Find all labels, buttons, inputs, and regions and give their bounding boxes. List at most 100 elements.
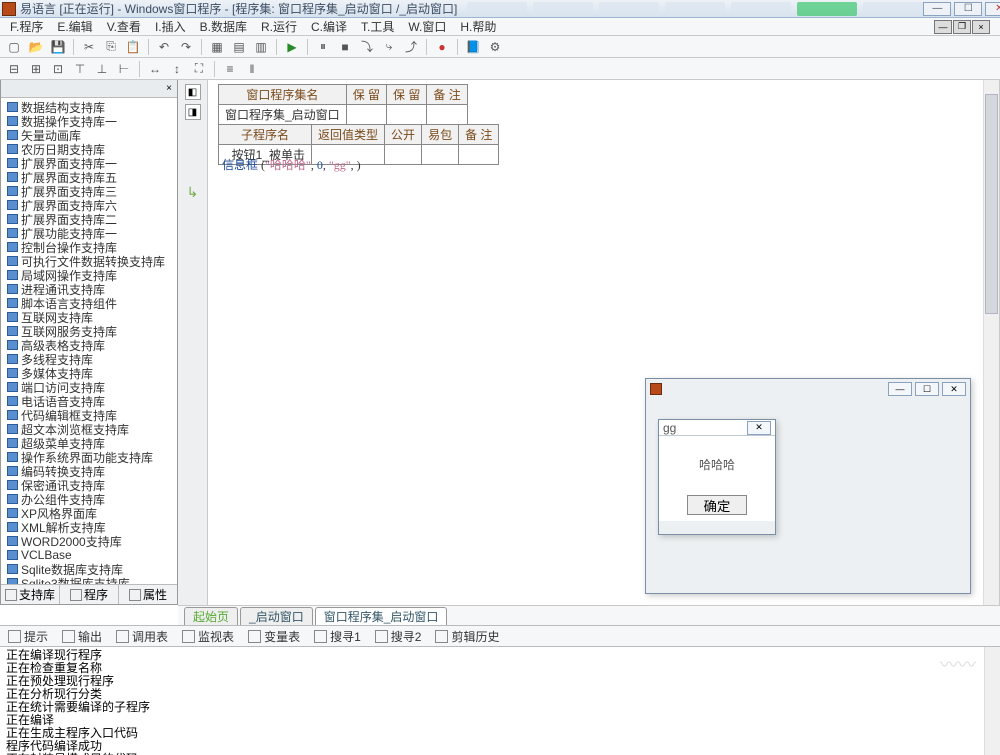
sidetab-support[interactable]: 支持库: [1, 585, 60, 604]
toolbar-main: ▢ 📂 💾 ✂ ⎘ 📋 ↶ ↷ ▦ ▤ ▥ ▶ ⏸ ■ ⤵ ⤷ ⤴ ● 📘 ⚙: [0, 36, 1000, 58]
open-icon[interactable]: 📂: [26, 38, 46, 56]
dialog-ok-button[interactable]: 确定: [687, 495, 747, 515]
runtime-close-button[interactable]: ✕: [942, 382, 966, 396]
samew-icon[interactable]: ↔: [145, 60, 165, 78]
menu-view[interactable]: V.查看: [107, 18, 141, 35]
library-icon: [7, 116, 18, 126]
run-icon[interactable]: ▶: [282, 38, 302, 56]
menu-insert[interactable]: I.插入: [155, 18, 186, 35]
code-editor[interactable]: 窗口程序集名保 留保 留备 注 窗口程序集_启动窗口 子程序名返回值类型公开易包…: [208, 80, 1000, 605]
output-tab-search1[interactable]: 搜寻1: [314, 628, 361, 645]
library-icon: [7, 102, 18, 112]
grid-icon[interactable]: ▦: [207, 38, 227, 56]
sidebar-close-icon[interactable]: ×: [161, 82, 177, 96]
menu-compile[interactable]: C.编译: [311, 18, 347, 35]
cut-icon[interactable]: ✂: [79, 38, 99, 56]
menu-tools[interactable]: T.工具: [361, 18, 394, 35]
align-right-icon[interactable]: ⊡: [48, 60, 68, 78]
dialog-close-button[interactable]: ✕: [747, 421, 771, 435]
mdi-close[interactable]: ×: [972, 20, 990, 34]
stepin-icon[interactable]: ⤷: [379, 38, 399, 56]
tree-item[interactable]: Sqlite3数据库支持库: [7, 576, 177, 584]
stepover-icon[interactable]: ⤵: [357, 38, 377, 56]
minimize-button[interactable]: —: [923, 2, 951, 16]
book-icon[interactable]: 📘: [463, 38, 483, 56]
output-text[interactable]: 正在编译现行程序 正在检查重复名称 正在预处理现行程序 正在分析现行分类 正在统…: [0, 647, 984, 755]
output-vscroll[interactable]: [984, 647, 1000, 755]
tree-item[interactable]: WORD2000支持库: [7, 534, 177, 548]
menu-database[interactable]: B.数据库: [200, 18, 247, 35]
menu-program[interactable]: F.程序: [10, 18, 43, 35]
distribute-h-icon[interactable]: ≡: [220, 60, 240, 78]
output-tab-vars[interactable]: 变量表: [248, 628, 300, 645]
align-top-icon[interactable]: ⊤: [70, 60, 90, 78]
pause-icon[interactable]: ⏸: [313, 38, 333, 56]
tab-programset[interactable]: 窗口程序集_启动窗口: [315, 607, 448, 625]
align-bot-icon[interactable]: ⊢: [114, 60, 134, 78]
align-mid-icon[interactable]: ⊥: [92, 60, 112, 78]
menu-edit[interactable]: E.编辑: [57, 18, 92, 35]
samesize-icon[interactable]: ⛶: [189, 60, 209, 78]
library-icon: [7, 270, 18, 280]
output-tab-watch[interactable]: 监视表: [182, 628, 234, 645]
mdi-minimize[interactable]: —: [934, 20, 952, 34]
grid2-icon[interactable]: ▤: [229, 38, 249, 56]
library-icon: [7, 228, 18, 238]
message-box-dialog[interactable]: gg ✕ 哈哈哈 确定: [658, 419, 776, 535]
paste-icon[interactable]: 📋: [123, 38, 143, 56]
tab-startwindow[interactable]: _启动窗口: [240, 607, 313, 625]
align-center-icon[interactable]: ⊞: [26, 60, 46, 78]
library-icon: [7, 410, 18, 420]
mdi-restore[interactable]: ❐: [953, 20, 971, 34]
new-icon[interactable]: ▢: [4, 38, 24, 56]
table1-r1[interactable]: 窗口程序集_启动窗口: [219, 105, 347, 125]
close-button[interactable]: ✕: [985, 2, 1000, 16]
distribute-v-icon[interactable]: ‖: [242, 60, 262, 78]
menu-run[interactable]: R.运行: [261, 18, 297, 35]
table2-h5: 备 注: [459, 125, 499, 145]
library-icon: [7, 368, 18, 378]
library-icon: [7, 466, 18, 476]
redo-icon[interactable]: ↷: [176, 38, 196, 56]
copy-icon[interactable]: ⎘: [101, 38, 121, 56]
editor-vscroll[interactable]: [983, 80, 999, 605]
maximize-button[interactable]: ☐: [954, 2, 982, 16]
library-tree[interactable]: 数据结构支持库数据操作支持库一矢量动画库农历日期支持库扩展界面支持库一扩展界面支…: [1, 98, 177, 584]
code-line[interactable]: 信息框 ("哈哈哈", 0, "gg", ): [222, 156, 361, 173]
library-icon: [7, 396, 18, 406]
stop-icon[interactable]: ■: [335, 38, 355, 56]
table2-h3: 公开: [385, 125, 422, 145]
menu-window[interactable]: W.窗口: [408, 18, 446, 35]
output-tab-clip[interactable]: 剪辑历史: [435, 628, 499, 645]
app-logo-small: [650, 383, 662, 395]
output-tab-search2[interactable]: 搜寻2: [375, 628, 422, 645]
runtime-minimize-button[interactable]: —: [888, 382, 912, 396]
sameh-icon[interactable]: ↕: [167, 60, 187, 78]
dialog-message: 哈哈哈: [699, 456, 735, 473]
breakpoint-icon[interactable]: ●: [432, 38, 452, 56]
library-icon: [7, 172, 18, 182]
grid3-icon[interactable]: ▥: [251, 38, 271, 56]
menu-help[interactable]: H.帮助: [460, 18, 496, 35]
table1-h3: 保 留: [387, 85, 427, 105]
runtime-maximize-button[interactable]: ☐: [915, 382, 939, 396]
save-icon[interactable]: 💾: [48, 38, 68, 56]
library-icon: [7, 438, 18, 448]
gutter-btn-2[interactable]: ◨: [185, 104, 201, 120]
gutter-btn-1[interactable]: ◧: [185, 84, 201, 100]
output-tab-hint[interactable]: 提示: [8, 628, 48, 645]
stepout-icon[interactable]: ⤴: [401, 38, 421, 56]
table2-h2: 返回值类型: [312, 125, 385, 145]
sidetab-program[interactable]: 程序: [60, 585, 119, 604]
align-left-icon[interactable]: ⊟: [4, 60, 24, 78]
tab-startpage[interactable]: 起始页: [184, 607, 238, 625]
output-tab-output[interactable]: 输出: [62, 628, 102, 645]
sidetab-property[interactable]: 属性: [119, 585, 177, 604]
undo-icon[interactable]: ↶: [154, 38, 174, 56]
library-icon: [7, 354, 18, 364]
library-icon: [7, 256, 18, 266]
window-title: 易语言 [正在运行] - Windows窗口程序 - [程序集: 窗口程序集_启…: [20, 0, 457, 17]
table2-h1: 子程序名: [219, 125, 312, 145]
config-icon[interactable]: ⚙: [485, 38, 505, 56]
output-tab-calltable[interactable]: 调用表: [116, 628, 168, 645]
